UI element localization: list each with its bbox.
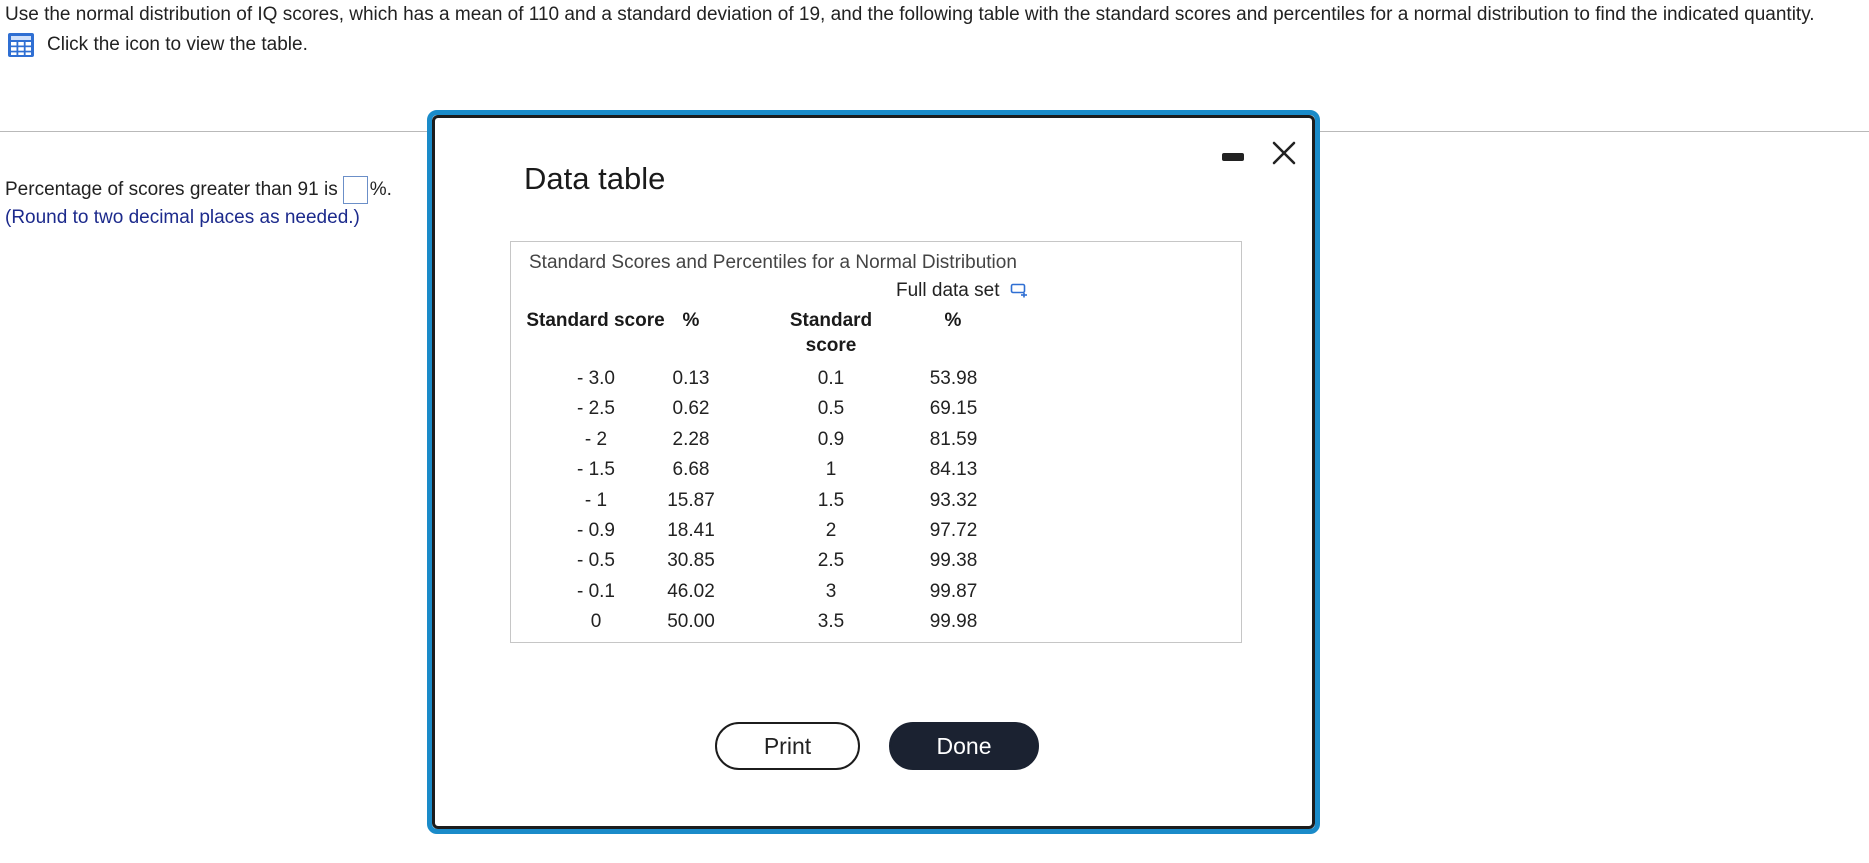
- table-cell: 50.00: [667, 611, 715, 633]
- done-button[interactable]: Done: [889, 722, 1039, 770]
- table-cell: 18.41: [667, 519, 715, 541]
- table-cell: 84.13: [929, 459, 978, 481]
- table-cell: 69.15: [929, 398, 978, 420]
- table-cell: 0.1: [817, 368, 845, 389]
- header-standard-score-2-line1: Standard: [789, 310, 873, 331]
- column-percent-1: 0.13 0.62 2.28 6.68 15.87 18.41 30.85 46…: [656, 364, 726, 638]
- table-cell: 53.98: [929, 368, 978, 389]
- table-cell: 0.62: [672, 398, 710, 420]
- table-cell: 2: [825, 519, 837, 541]
- table-cell: 6.68: [672, 459, 710, 481]
- answer-line: Percentage of scores greater than 91 is …: [5, 176, 392, 204]
- table-cell: 3: [825, 580, 837, 602]
- column-standard-score-1: - 3.0 - 2.5 - 2 - 1.5 - 1 - 0.9 - 0.5 - …: [556, 364, 636, 638]
- header-percent-1: %: [682, 310, 700, 331]
- column-percent-2: 53.98 69.15 81.59 84.13 93.32 97.72 99.3…: [916, 364, 991, 638]
- table-cell: 30.85: [667, 550, 715, 572]
- header-standard-score-1: Standard score: [526, 310, 665, 331]
- download-icon[interactable]: [1010, 283, 1028, 299]
- table-cell: 0: [590, 611, 602, 633]
- table-cell: - 1: [584, 489, 608, 511]
- column-standard-score-2: 0.1 0.5 0.9 1 1.5 2 2.5 3 3.5: [791, 364, 871, 638]
- table-cell: 15.87: [667, 489, 715, 511]
- table-cell: 2.28: [672, 428, 710, 450]
- answer-suffix: %.: [369, 179, 392, 200]
- answer-input[interactable]: [342, 176, 368, 204]
- table-cell: - 3.0: [576, 368, 616, 389]
- dialog-title: Data table: [524, 161, 666, 196]
- header-standard-score-2-line2: score: [805, 335, 857, 356]
- table-cell: 0.5: [817, 398, 845, 420]
- table-cell: 99.38: [929, 550, 978, 572]
- question-text: Use the normal distribution of IQ scores…: [5, 4, 1815, 25]
- data-table-panel: Standard Scores and Percentiles for a No…: [510, 241, 1242, 643]
- table-cell: - 0.9: [576, 519, 616, 541]
- close-icon[interactable]: [1270, 139, 1298, 167]
- table-cell: 1: [825, 459, 837, 481]
- table-cell: - 1.5: [576, 459, 616, 481]
- table-cell: 99.87: [929, 580, 978, 602]
- table-cell: 2.5: [817, 550, 845, 572]
- table-cell: 97.72: [929, 519, 978, 541]
- table-cell: 3.5: [817, 611, 845, 633]
- table-cell: 81.59: [929, 428, 978, 450]
- minimize-icon[interactable]: [1222, 153, 1244, 161]
- table-cell: - 2: [584, 428, 608, 450]
- view-table-link[interactable]: Click the icon to view the table.: [7, 32, 308, 58]
- table-cell: - 0.5: [576, 550, 616, 572]
- table-cell: 0.13: [672, 368, 710, 389]
- print-button[interactable]: Print: [715, 722, 860, 770]
- rounding-hint: (Round to two decimal places as needed.): [5, 207, 360, 228]
- answer-prefix: Percentage of scores greater than 91 is: [5, 179, 338, 200]
- table-caption: Standard Scores and Percentiles for a No…: [529, 252, 1017, 273]
- table-cell: 46.02: [667, 580, 715, 602]
- header-percent-2: %: [944, 310, 962, 331]
- full-data-set-label[interactable]: Full data set: [896, 280, 1000, 302]
- table-cell: - 0.1: [576, 580, 616, 602]
- table-cell: - 2.5: [576, 398, 616, 420]
- data-table-dialog: Data table Standard Scores and Percentil…: [427, 110, 1320, 834]
- full-data-set-link[interactable]: Full data set: [896, 280, 1028, 302]
- table-cell: 0.9: [817, 428, 845, 450]
- table-grid-icon[interactable]: [7, 32, 35, 58]
- table-cell: 1.5: [817, 489, 845, 511]
- view-table-label[interactable]: Click the icon to view the table.: [47, 34, 308, 56]
- table-cell: 99.98: [929, 611, 978, 633]
- table-cell: 93.32: [929, 489, 978, 511]
- page: Use the normal distribution of IQ scores…: [0, 0, 1869, 863]
